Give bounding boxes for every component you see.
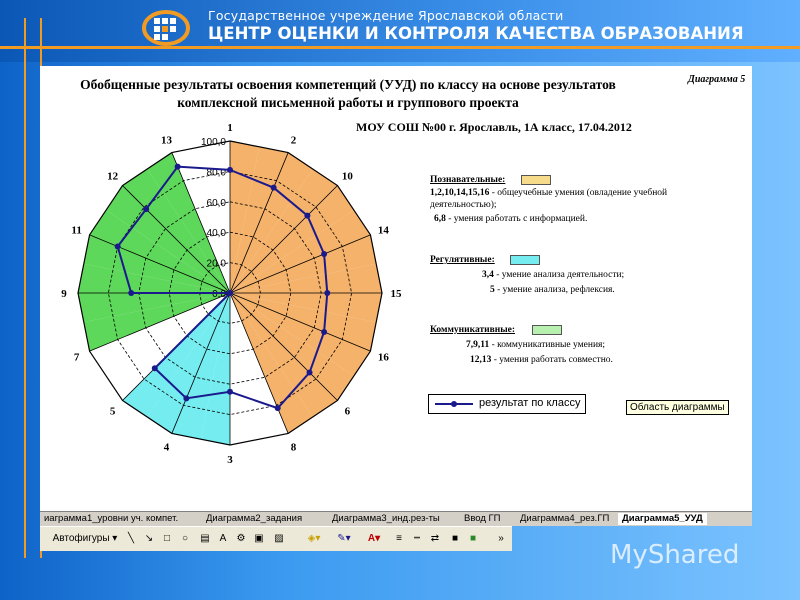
series-point <box>227 290 233 296</box>
legend-cognitive-swatch <box>521 175 551 185</box>
series-point <box>114 243 121 250</box>
organization-line: Государственное учреждение Ярославской о… <box>208 8 564 23</box>
series-point <box>306 369 313 376</box>
legend-line: деятельностью); <box>430 200 497 210</box>
autoshapes-button[interactable]: Автофигуры ▾ <box>48 531 122 547</box>
radar-category-label: 16 <box>378 352 390 364</box>
line-icon[interactable]: ╲ <box>124 531 138 547</box>
radar-category-label: 8 <box>291 441 297 453</box>
shadow-icon[interactable]: ■ <box>448 531 462 547</box>
sheet-tab[interactable]: Диаграмма3_инд.рез-ты <box>328 513 444 525</box>
radar-category-label: 3 <box>227 454 233 466</box>
series-legend-label: результат по классу <box>479 397 581 409</box>
chart-area-tooltip: Область диаграммы <box>626 400 729 415</box>
radar-category-label: 4 <box>164 441 170 453</box>
fill-color-icon[interactable]: ◈▾ <box>302 531 326 547</box>
sheet-tab-bar: иаграмма1_уровни уч. компет. Диаграмма2_… <box>40 511 752 526</box>
radar-tick-label: 40,0 <box>207 228 227 239</box>
clipart-icon[interactable]: ▣ <box>252 531 266 547</box>
legend-regulative-header: Регулятивные: <box>430 255 495 265</box>
series-legend[interactable]: результат по классу <box>428 394 586 414</box>
arrow-style-icon[interactable]: ⇄ <box>428 531 442 547</box>
sheet-tab-active[interactable]: Диаграмма5_УУД <box>618 513 707 525</box>
radar-category-label: 12 <box>107 171 119 183</box>
organization-title: ЦЕНТР ОЦЕНКИ И КОНТРОЛЯ КАЧЕСТВА ОБРАЗОВ… <box>208 24 744 43</box>
dash-style-icon[interactable]: ┅ <box>410 531 424 547</box>
radar-tick-label: 100,0 <box>201 137 226 148</box>
legend-line: 1,2,10,14,15,16 - общеучебные умения (ов… <box>430 188 668 198</box>
decor-line-horizontal <box>0 46 800 49</box>
legend-line: 6,8 - умения работать с информацией. <box>434 214 588 224</box>
radar-category-label: 10 <box>342 171 354 183</box>
series-point <box>174 163 181 170</box>
radar-category-label: 1 <box>227 122 233 134</box>
radar-category-label: 2 <box>291 135 297 147</box>
radar-category-label: 15 <box>391 288 403 300</box>
line-color-icon[interactable]: ✎▾ <box>332 531 356 547</box>
series-point <box>324 290 331 296</box>
toolbar-options-icon[interactable]: » <box>496 531 506 547</box>
line-style-icon[interactable]: ≡ <box>392 531 406 547</box>
legend-cognitive-header: Познавательные: <box>430 175 506 185</box>
picture-icon[interactable]: ▨ <box>272 531 286 547</box>
oval-icon[interactable]: ○ <box>178 531 192 547</box>
legend-line: 3,4 - умение анализа деятельности; <box>482 270 625 280</box>
series-point <box>304 212 311 219</box>
autoshapes-label: Автофигуры <box>52 533 110 544</box>
radar-category-label: 7 <box>74 352 80 364</box>
legend-communicative-swatch <box>532 325 562 335</box>
legend-line: 7,9,11 - коммуникативные умения; <box>466 340 606 350</box>
legend-regulative-swatch <box>510 255 540 265</box>
radar-tick-label: 60,0 <box>207 198 227 209</box>
series-point <box>321 251 328 258</box>
diagram-number-label: Диаграмма 5 <box>688 74 746 85</box>
arrow-icon[interactable]: ↘ <box>142 531 156 547</box>
legend-line: 12,13 - умения работать совместно. <box>470 355 613 365</box>
wordart-icon[interactable]: A <box>216 531 230 547</box>
textbox-icon[interactable]: ▤ <box>198 531 212 547</box>
chart-sheet[interactable]: Обобщенные результаты освоения компетенц… <box>40 66 752 511</box>
series-point <box>183 395 190 402</box>
series-point <box>270 184 277 191</box>
sheet-tab[interactable]: Диаграмма2_задания <box>202 513 306 525</box>
diagram-icon[interactable]: ⚙ <box>234 531 248 547</box>
sheet-tab[interactable]: иаграмма1_уровни уч. компет. <box>40 513 182 525</box>
radar-tick-label: 20,0 <box>207 259 227 270</box>
legend-line: 5 - умение анализа, рефлексия. <box>490 285 615 295</box>
drawing-toolbar: Автофигуры ▾ ╲ ↘ □ ○ ▤ A ⚙ ▣ ▨ ◈▾ ✎▾ A▾ … <box>40 526 512 551</box>
radar-category-label: 11 <box>71 224 81 236</box>
radar-category-label: 6 <box>345 405 351 417</box>
sheet-tab[interactable]: Диаграмма4_рез.ГП <box>516 513 613 525</box>
series-point <box>274 405 281 412</box>
radar-chart[interactable]: 0,020,040,060,080,0100,01210141516683457… <box>40 116 430 516</box>
series-point <box>321 328 328 335</box>
sheet-tab[interactable]: Ввод ГП <box>460 513 505 525</box>
series-point <box>128 290 135 296</box>
chart-title: Обобщенные результаты освоения компетенц… <box>40 76 656 112</box>
series-point <box>227 166 233 173</box>
series-point <box>143 206 150 213</box>
legend-communicative-header: Коммуникативные: <box>430 325 515 335</box>
rectangle-icon[interactable]: □ <box>160 531 174 547</box>
decor-line-vertical <box>24 18 26 558</box>
chart-title-line: Обобщенные результаты освоения компетенц… <box>80 77 616 92</box>
radar-category-label: 5 <box>110 405 116 417</box>
radar-category-label: 13 <box>161 135 173 147</box>
header-banner: Государственное учреждение Ярославской о… <box>0 0 800 62</box>
logo-icon <box>142 10 190 46</box>
chart-title-line: комплексной письменной работы и группово… <box>177 95 519 110</box>
series-legend-marker <box>435 401 473 407</box>
radar-category-label: 9 <box>61 288 67 300</box>
3d-style-icon[interactable]: ■ <box>466 531 480 547</box>
watermark-logo: MyShared <box>610 540 740 570</box>
series-point <box>227 388 233 395</box>
radar-category-label: 14 <box>378 224 390 236</box>
series-point <box>151 365 158 372</box>
font-color-icon[interactable]: A▾ <box>362 531 386 547</box>
